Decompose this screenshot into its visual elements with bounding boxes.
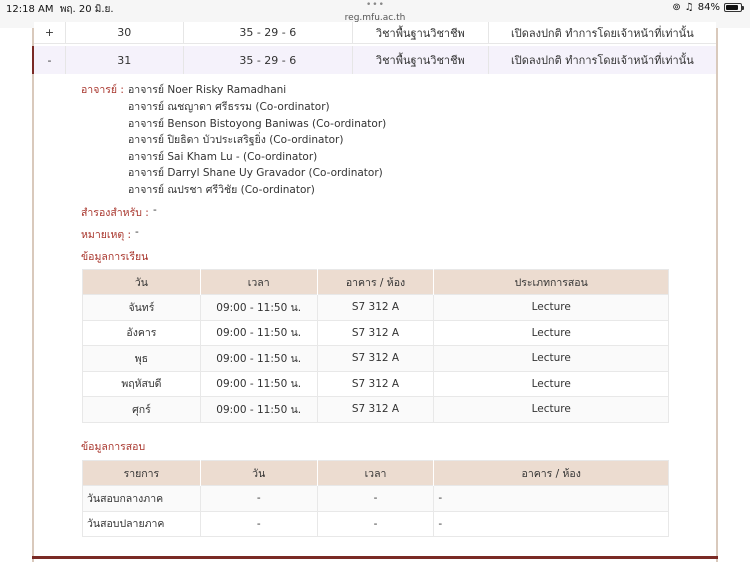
collapse-toggle[interactable]: - [34, 46, 66, 74]
col-header: เวลา [200, 269, 318, 295]
cell-type: Lecture [433, 294, 669, 320]
cell-time: - [317, 485, 435, 511]
instructor-item: อาจารย์ ณปรชา ศรีวิชัย (Co-ordinator) [128, 184, 315, 196]
study-info-title: ข้อมูลการเรียน [81, 251, 149, 263]
cell-type: Lecture [433, 370, 669, 397]
cell-day: - [200, 510, 318, 537]
reserved-label: สำรองสำหรับ : [81, 207, 149, 219]
remark-label: หมายเหตุ : [81, 229, 132, 241]
status-indicators: ⊚ ♫ 84% [672, 2, 744, 13]
cell-day: - [200, 485, 318, 511]
cell-room: - [433, 485, 669, 511]
section-row-selected[interactable]: - 31 35 - 29 - 6 วิชาพื้นฐานวิชาชีพ เปิด… [32, 46, 716, 74]
section-hours: 35 - 29 - 6 [184, 22, 354, 43]
rotation-lock-icon: ⊚ [672, 2, 681, 13]
cell-room: S7 312 A [317, 294, 435, 320]
section-category: วิชาพื้นฐานวิชาชีพ [353, 46, 489, 74]
cell-room: S7 312 A [317, 370, 435, 397]
cell-type: Lecture [433, 345, 669, 371]
study-schedule-table: วัน เวลา อาคาร / ห้อง ประเภทการสอน จันทร… [82, 269, 669, 423]
table-row: จันทร์ 09:00 - 11:50 น. S7 312 A Lecture [82, 294, 669, 320]
col-header: วัน [200, 460, 318, 486]
cell-exam-item: วันสอบปลายภาค [82, 510, 201, 537]
table-row: อังคาร 09:00 - 11:50 น. S7 312 A Lecture [82, 319, 669, 346]
table-row: พฤหัสบดี 09:00 - 11:50 น. S7 312 A Lectu… [82, 370, 669, 397]
section-category: วิชาพื้นฐานวิชาชีพ [353, 22, 489, 43]
instructor-item: อาจารย์ ปิยธิดา บัวประเสริฐยิ่ง (Co-ordi… [128, 134, 344, 146]
col-header: ประเภทการสอน [433, 269, 669, 295]
cell-room: S7 312 A [317, 345, 435, 371]
expand-toggle[interactable]: + [34, 22, 66, 43]
instructor-item: อาจารย์ Sai Kham Lu - (Co-ordinator) [128, 151, 318, 163]
cell-type: Lecture [433, 319, 669, 346]
col-header: เวลา [317, 460, 435, 486]
battery-percent: 84% [697, 2, 720, 13]
col-header: วัน [82, 269, 201, 295]
headphones-icon: ♫ [684, 2, 694, 13]
cell-day: พุธ [82, 345, 201, 371]
table-header-row: วัน เวลา อาคาร / ห้อง ประเภทการสอน [82, 269, 669, 295]
panel-border-right [716, 28, 718, 562]
col-header: รายการ [82, 460, 201, 486]
instructor-item: อาจารย์ ณชญาดา ศรีธรรม (Co-ordinator) [128, 101, 330, 113]
col-header: อาคาร / ห้อง [317, 269, 435, 295]
cell-type: Lecture [433, 396, 669, 422]
section-row[interactable]: + 30 35 - 29 - 6 วิชาพื้นฐานวิชาชีพ เปิด… [34, 22, 716, 44]
section-number: 31 [66, 46, 184, 74]
table-header-row: รายการ วัน เวลา อาคาร / ห้อง [82, 460, 669, 486]
section-hours: 35 - 29 - 6 [184, 46, 354, 74]
cell-day: จันทร์ [82, 294, 201, 320]
cell-time: 09:00 - 11:50 น. [200, 370, 318, 397]
instructor-item: อาจารย์ Noer Risky Ramadhani [128, 84, 287, 96]
cell-time: 09:00 - 11:50 น. [200, 345, 318, 371]
table-row: ศุกร์ 09:00 - 11:50 น. S7 312 A Lecture [82, 396, 669, 422]
section-number: 30 [66, 22, 184, 43]
cell-time: - [317, 510, 435, 537]
table-row: พุธ 09:00 - 11:50 น. S7 312 A Lecture [82, 345, 669, 371]
cell-time: 09:00 - 11:50 น. [200, 396, 318, 422]
tab-dots-icon[interactable]: ••• [366, 0, 385, 10]
cell-time: 09:00 - 11:50 น. [200, 294, 318, 320]
section-status: เปิดลงปกติ ทำการโดยเจ้าหน้าที่เท่านั้น [510, 54, 694, 67]
cell-day: ศุกร์ [82, 396, 201, 422]
instructor-item: อาจารย์ Darryl Shane Uy Gravador (Co-ord… [128, 167, 383, 179]
table-row: วันสอบปลายภาค - - - [82, 510, 669, 537]
section-status: เปิดลงปกติ ทำการโดยเจ้าหน้าที่เท่านั้น [510, 26, 694, 40]
cell-day: อังคาร [82, 319, 201, 346]
exam-info-title: ข้อมูลการสอบ [81, 441, 146, 453]
instructor-label: อาจารย์ : [81, 84, 124, 96]
battery-icon [724, 3, 744, 12]
panel-bottom-bar [32, 556, 718, 559]
cell-room: S7 312 A [317, 396, 435, 422]
cell-time: 09:00 - 11:50 น. [200, 319, 318, 346]
table-row: วันสอบกลางภาค - - - [82, 485, 669, 511]
cell-day: พฤหัสบดี [82, 370, 201, 397]
exam-schedule-table: รายการ วัน เวลา อาคาร / ห้อง วันสอบกลางภ… [82, 460, 669, 537]
instructor-item: อาจารย์ Benson Bistoyong Baniwas (Co-ord… [128, 118, 387, 130]
cell-exam-item: วันสอบกลางภาค [82, 485, 201, 511]
cell-room: S7 312 A [317, 319, 435, 346]
reserved-value: - [153, 204, 157, 216]
col-header: อาคาร / ห้อง [433, 460, 669, 486]
cell-room: - [433, 510, 669, 537]
remark-value: - [135, 226, 139, 238]
